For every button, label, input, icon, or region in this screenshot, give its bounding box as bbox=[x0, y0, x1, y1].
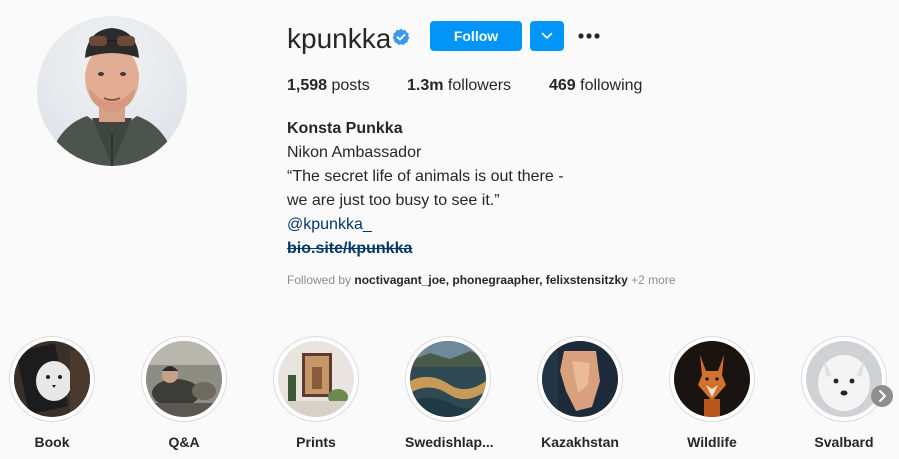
followers-count: 1.3m bbox=[407, 77, 444, 94]
following-count: 469 bbox=[549, 77, 576, 94]
verified-badge-icon bbox=[392, 28, 410, 45]
profile-username: kpunkka bbox=[287, 23, 392, 54]
followers-stat[interactable]: 1.3m followers bbox=[407, 76, 511, 96]
highlight-ring bbox=[9, 336, 95, 422]
followed-by[interactable]: Followed by noctivagant_joe, phonegraaph… bbox=[287, 273, 676, 287]
highlight-ring bbox=[273, 336, 359, 422]
posts-count: 1,598 bbox=[287, 77, 328, 94]
following-stat[interactable]: 469 following bbox=[549, 76, 642, 96]
suggested-accounts-dropdown-button[interactable] bbox=[530, 21, 564, 51]
followed-by-prefix: Followed by bbox=[287, 273, 352, 287]
highlight-label: Book bbox=[34, 434, 70, 450]
highlight-kazakhstan[interactable]: Kazakhstan bbox=[537, 336, 623, 450]
bio-line: we are just too busy to see it.” bbox=[287, 192, 500, 209]
highlight-ring bbox=[801, 336, 887, 422]
bio-line: Nikon Ambassador bbox=[287, 144, 422, 161]
bio-website-link[interactable]: bio.site/kpunkka bbox=[287, 240, 412, 257]
highlight-cover bbox=[542, 341, 618, 417]
highlight-label: Q&A bbox=[168, 434, 200, 450]
highlight-cover bbox=[14, 341, 90, 417]
following-label: following bbox=[580, 77, 643, 94]
posts-stat: 1,598 posts bbox=[287, 76, 370, 96]
highlight-label: Kazakhstan bbox=[541, 434, 619, 450]
highlight-cover bbox=[146, 341, 222, 417]
highlight-label: Svalbard bbox=[814, 434, 874, 450]
highlight-swedishlap[interactable]: Swedishlap... bbox=[405, 336, 494, 450]
highlights-next-button[interactable] bbox=[871, 385, 893, 407]
highlight-label: Swedishlap... bbox=[405, 434, 494, 450]
followed-by-users: noctivagant_joe, phonegraapher, felixste… bbox=[354, 273, 628, 287]
highlight-cover bbox=[410, 341, 486, 417]
highlight-cover bbox=[674, 341, 750, 417]
highlight-prints[interactable]: Prints bbox=[273, 336, 359, 450]
chevron-down-icon bbox=[541, 32, 553, 39]
more-options-icon[interactable] bbox=[575, 26, 603, 46]
highlight-qa[interactable]: Q&A bbox=[141, 336, 227, 450]
highlight-label: Prints bbox=[296, 434, 336, 450]
highlight-label: Wildlife bbox=[687, 434, 737, 450]
profile-full-name: Konsta Punkka bbox=[287, 120, 403, 137]
bio-handle-link[interactable]: @kpunkka_ bbox=[287, 216, 372, 233]
profile-bio: Konsta Punkka Nikon Ambassador “The secr… bbox=[287, 117, 564, 261]
profile-avatar[interactable] bbox=[37, 16, 187, 166]
followers-label: followers bbox=[447, 77, 512, 94]
highlight-ring bbox=[669, 336, 755, 422]
followed-by-more: +2 more bbox=[631, 273, 676, 287]
chevron-right-icon bbox=[879, 390, 886, 402]
highlight-book[interactable]: Book bbox=[9, 336, 95, 450]
highlight-ring bbox=[405, 336, 491, 422]
highlight-ring bbox=[537, 336, 623, 422]
highlight-cover bbox=[278, 341, 354, 417]
highlight-ring bbox=[141, 336, 227, 422]
highlight-wildlife[interactable]: Wildlife bbox=[669, 336, 755, 450]
follow-button[interactable]: Follow bbox=[430, 21, 522, 51]
posts-label: posts bbox=[331, 77, 370, 94]
bio-line: “The secret life of animals is out there… bbox=[287, 168, 564, 185]
